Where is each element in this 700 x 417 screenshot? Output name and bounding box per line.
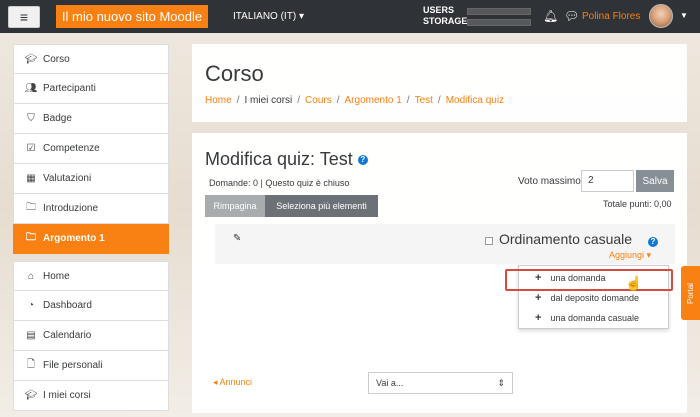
jump-to-select[interactable]: Vai a... ⇕	[368, 372, 513, 394]
sidebar-item-introduzione[interactable]: 🗀 Introduzione	[13, 194, 169, 224]
sidebar-item-badge[interactable]: ⛉ Badge	[13, 104, 169, 134]
section-title: Ordinamento casuale	[499, 231, 633, 247]
sidebar-item-label: Badge	[43, 113, 72, 124]
add-dropdown-menu: + una domanda + dal deposito domande + una …	[505, 265, 673, 329]
hamburger-icon[interactable]: ≡	[8, 6, 40, 28]
folder-icon: 🗀	[26, 202, 36, 213]
home-icon: ⌂	[27, 270, 35, 282]
file-icon: 🗋	[26, 359, 36, 370]
hand-cursor-icon: ☝	[625, 275, 643, 291]
breadcrumb-my-courses[interactable]: I miei corsi	[244, 95, 292, 106]
sidebar-item-label: Home	[43, 270, 70, 282]
portal-tab[interactable]: Portal	[681, 266, 700, 320]
sidebar-item-calendario[interactable]: ▤ Calendario	[13, 321, 169, 351]
breadcrumb-edit-quiz[interactable]: Modifica quiz	[446, 95, 504, 106]
previous-activity-label: Annunci	[219, 377, 253, 387]
breadcrumb-home[interactable]: Home	[205, 95, 232, 106]
users-icon: 👥︎	[24, 83, 38, 94]
add-menu-toggle[interactable]: Aggiungi ▾	[609, 250, 651, 261]
calendar-icon: ▤	[26, 330, 36, 341]
help-icon[interactable]: ?	[357, 155, 368, 166]
main-content: Modifica quiz: Test ? Domande: 0 | Quest…	[192, 133, 687, 413]
folder-icon: 🗀	[26, 232, 36, 243]
avatar[interactable]	[649, 4, 673, 28]
checkbox-icon: ☑	[26, 143, 36, 154]
chat-icon[interactable]: 💬︎	[564, 9, 579, 23]
breadcrumb-test[interactable]: Test	[415, 95, 433, 106]
save-button[interactable]: Salva	[636, 170, 674, 192]
previous-activity-link[interactable]: ◂ Annunci	[213, 377, 252, 388]
usage-labels: USERS STORAGE	[423, 5, 467, 27]
breadcrumb-topic[interactable]: Argomento 1	[345, 95, 402, 106]
dashboard-icon: ◔	[27, 300, 35, 311]
portal-label: Portal	[686, 282, 695, 304]
shuffle-checkbox[interactable]	[485, 237, 493, 245]
sidebar-item-label: File personali	[43, 360, 103, 371]
quiz-info: Domande: 0 | Questo quiz è chiuso	[209, 178, 350, 188]
sidebar-item-valutazioni[interactable]: ▦ Valutazioni	[13, 164, 169, 194]
sidebar-item-label: Valutazioni	[43, 173, 92, 184]
sidebar-item-label: Argomento 1	[43, 233, 105, 244]
language-menu[interactable]: ITALIANO (IT) ▾	[233, 11, 304, 22]
add-from-bank-menu-item[interactable]: + dal deposito domande	[519, 288, 670, 308]
page-title: Corso	[205, 61, 264, 86]
max-grade-input[interactable]: 2	[581, 170, 634, 192]
sidebar-item-i-miei-corsi[interactable]: 🎓︎ I miei corsi	[13, 381, 169, 411]
sidebar-item-dashboard[interactable]: ◔ Dashboard	[13, 291, 169, 321]
sidebar-item-partecipanti[interactable]: 👥︎ Partecipanti	[13, 74, 169, 104]
sidebar-item-label: Calendario	[43, 330, 92, 341]
page-header: Corso Home / I miei corsi / Cours / Argomento …	[192, 44, 687, 122]
table-icon: ▦	[26, 173, 36, 184]
bell-icon[interactable]: 🔔︎	[543, 9, 558, 23]
caret-down-icon: ▾	[646, 250, 652, 260]
help-icon[interactable]: ?	[648, 237, 658, 248]
storage-label: STORAGE	[423, 16, 468, 26]
language-label: ITALIANO (IT)	[233, 11, 297, 22]
quiz-section: ✎ Ordinamento casuale ? Aggiungi ▾	[215, 224, 675, 264]
sidebar-item-home[interactable]: ⌂ Home	[13, 261, 169, 291]
sidebar-item-label: Partecipanti	[43, 83, 96, 94]
caret-down-icon: ▾	[298, 11, 304, 22]
sidebar-item-competenze[interactable]: ☑ Competenze	[13, 134, 169, 164]
repaginate-button[interactable]: Rimpagina	[205, 195, 265, 217]
jump-to-label: Vai a...	[376, 378, 404, 388]
sidebar-item-label: Corso	[43, 53, 70, 65]
user-name[interactable]: Polina Flores	[582, 11, 640, 22]
sidebar: 🎓︎ Corso 👥︎ Partecipanti ⛉ Badge ☑ Competenz…	[13, 44, 169, 411]
sidebar-item-label: Introduzione	[43, 203, 99, 214]
breadcrumb-course[interactable]: Cours	[305, 95, 332, 106]
breadcrumb: Home / I miei corsi / Cours / Argomento 1/Test…	[205, 95, 505, 106]
users-label: USERS	[423, 5, 455, 15]
max-grade-label: Voto massimo	[518, 176, 581, 187]
sidebar-item-argomento-1[interactable]: 🗀 Argomento 1	[13, 224, 169, 254]
plus-icon: +	[535, 312, 542, 324]
storage-usage-bar	[467, 19, 531, 26]
chevron-down-icon[interactable]: ▼	[680, 11, 688, 20]
add-random-question-menu-item[interactable]: + una domanda casuale	[519, 308, 670, 328]
menu-item-label: dal deposito domande	[550, 293, 640, 303]
plus-icon: +	[535, 292, 542, 304]
pencil-icon[interactable]: ✎	[233, 233, 241, 244]
sidebar-item-corso[interactable]: 🎓︎ Corso	[13, 44, 169, 74]
sidebar-item-label: Dashboard	[43, 300, 92, 311]
graduation-cap-icon: 🎓︎	[24, 53, 38, 65]
sidebar-item-file-personali[interactable]: 🗋 File personali	[13, 351, 169, 381]
select-arrows-icon: ⇕	[497, 378, 505, 388]
shield-icon: ⛉	[27, 113, 35, 124]
users-usage-bar	[467, 8, 531, 15]
select-multiple-button[interactable]: Seleziona più elementi	[265, 195, 378, 217]
total-points: Totale punti: 0,00	[603, 199, 672, 209]
top-navbar: ≡ Il mio nuovo sito Moodle ITALIANO (IT)…	[0, 0, 700, 33]
menu-item-label: una domanda casuale	[550, 313, 640, 323]
add-question-menu-item[interactable]: + una domanda	[505, 268, 673, 291]
sidebar-item-label: Competenze	[43, 143, 100, 154]
quiz-title: Modifica quiz: Test ?	[205, 149, 368, 170]
sidebar-item-label: I miei corsi	[43, 390, 91, 401]
add-label: Aggiungi	[609, 250, 645, 260]
graduation-cap-icon: 🎓︎	[24, 390, 38, 401]
quiz-title-text: Modifica quiz: Test	[205, 149, 353, 169]
site-name-link[interactable]: Il mio nuovo sito Moodle	[56, 5, 208, 28]
